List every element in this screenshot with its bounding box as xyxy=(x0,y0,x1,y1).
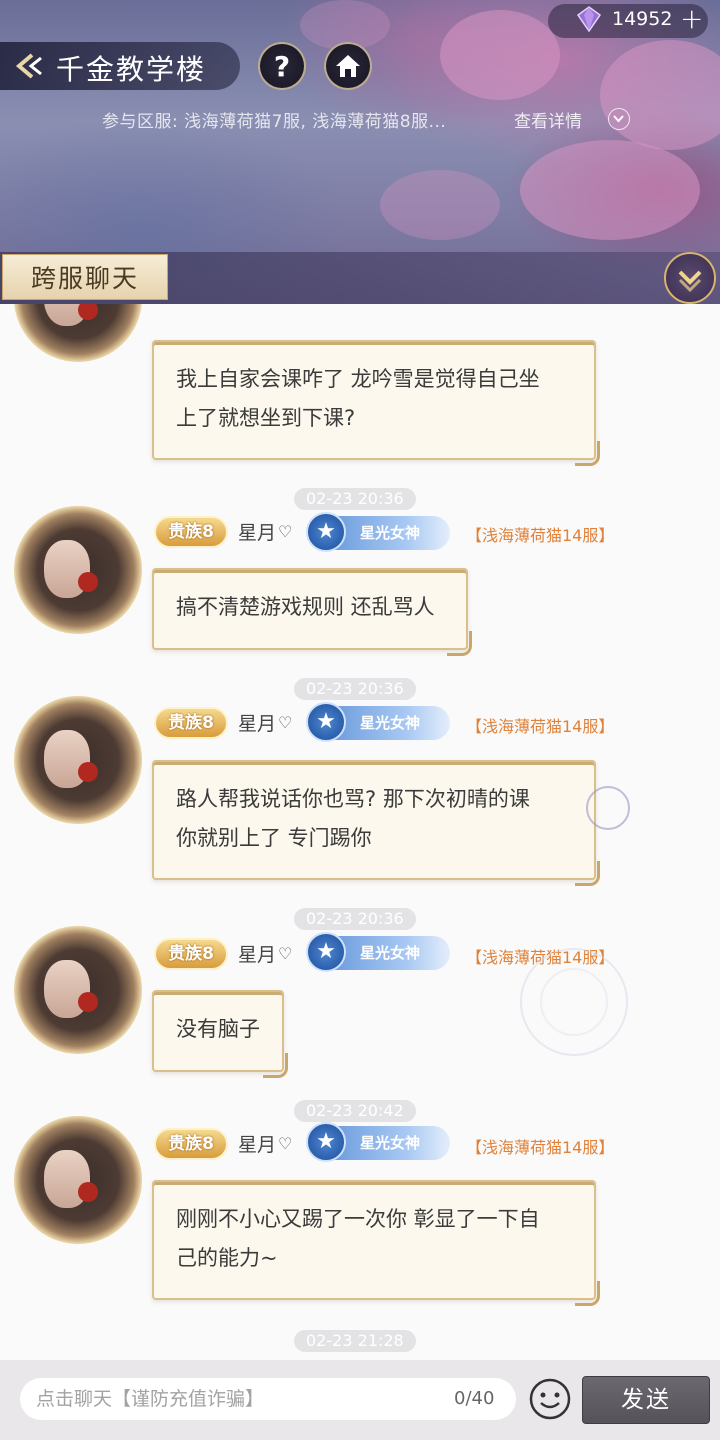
nickname[interactable]: 星月 xyxy=(238,1130,276,1157)
send-button[interactable]: 发送 xyxy=(582,1376,710,1424)
server-tag: 【浅海薄荷猫14服】 xyxy=(466,717,615,736)
effect-ring xyxy=(540,968,608,1036)
vip-badge: 贵族8 xyxy=(154,938,228,970)
title-badge: ★ 星光女神 xyxy=(306,702,450,742)
help-icon: ? xyxy=(273,49,291,83)
heart-icon: ♡ xyxy=(278,522,293,541)
gem-count: 14952 xyxy=(612,8,673,30)
avatar[interactable] xyxy=(14,696,142,824)
vip-badge: 贵族8 xyxy=(154,1128,228,1160)
chevron-down-icon xyxy=(678,270,702,293)
message-bubble: 我上自家会课咋了 龙吟雪是觉得自己坐 上了就想坐到下课? xyxy=(152,340,600,466)
nickname[interactable]: 星月 xyxy=(238,940,276,967)
timestamp: 02-23 20:36 xyxy=(294,488,416,510)
chat-input[interactable] xyxy=(20,1378,516,1420)
message-bubble: 搞不清楚游戏规则 还乱骂人 xyxy=(152,568,472,656)
avatar[interactable] xyxy=(14,304,142,362)
avatar[interactable] xyxy=(14,926,142,1054)
emoji-icon[interactable] xyxy=(528,1377,572,1421)
touch-indicator xyxy=(586,786,630,830)
nickname[interactable]: 星月 xyxy=(238,709,276,736)
tab-cross-server-chat[interactable]: 跨服聊天 xyxy=(2,254,168,300)
back-icon[interactable] xyxy=(12,52,44,80)
vip-badge: 贵族8 xyxy=(154,707,228,739)
message-bubble: 路人帮我说话你也骂? 那下次初晴的课 你就别上了 专门踢你 xyxy=(152,760,600,886)
star-icon: ★ xyxy=(306,1122,346,1162)
title-badge: ★ 星光女神 xyxy=(306,1122,450,1162)
server-tag: 【浅海薄荷猫14服】 xyxy=(466,1138,615,1157)
server-tag: 【浅海薄荷猫14服】 xyxy=(466,526,615,545)
avatar[interactable] xyxy=(14,1116,142,1244)
tab-label: 跨服聊天 xyxy=(30,264,139,293)
avatar[interactable] xyxy=(14,506,142,634)
nickname[interactable]: 星月 xyxy=(238,518,276,545)
star-icon: ★ xyxy=(306,932,346,972)
timestamp: 02-23 20:36 xyxy=(294,678,416,700)
heart-icon: ♡ xyxy=(278,713,293,732)
add-currency-button[interactable]: + xyxy=(680,2,703,35)
chat-list[interactable]: 我上自家会课咋了 龙吟雪是觉得自己坐 上了就想坐到下课? 02-23 20:36… xyxy=(0,304,720,1360)
vip-badge: 贵族8 xyxy=(154,516,228,548)
timestamp: 02-23 21:28 xyxy=(294,1330,416,1352)
heart-icon: ♡ xyxy=(278,944,293,963)
gem-icon xyxy=(576,6,602,32)
timestamp: 02-23 20:36 xyxy=(294,908,416,930)
message-bubble: 刚刚不小心又踢了一次你 彰显了一下自 己的能力~ xyxy=(152,1180,600,1306)
char-counter: 0/40 xyxy=(454,1388,495,1409)
home-icon xyxy=(336,55,360,77)
help-button[interactable]: ? xyxy=(258,42,306,90)
title-badge: ★ 星光女神 xyxy=(306,932,450,972)
participating-servers: 参与区服: 浅海薄荷猫7服, 浅海薄荷猫8服... xyxy=(102,112,447,132)
star-icon: ★ xyxy=(306,512,346,552)
page-title: 千金教学楼 xyxy=(56,53,207,86)
home-button[interactable] xyxy=(324,42,372,90)
message-bubble: 没有脑子 xyxy=(152,990,288,1078)
collapse-button[interactable] xyxy=(664,252,716,304)
chevron-down-icon[interactable] xyxy=(608,108,630,130)
star-icon: ★ xyxy=(306,702,346,742)
view-details-link[interactable]: 查看详情 xyxy=(514,107,582,132)
title-badge: ★ 星光女神 xyxy=(306,512,450,552)
timestamp: 02-23 20:42 xyxy=(294,1100,416,1122)
heart-icon: ♡ xyxy=(278,1134,293,1153)
